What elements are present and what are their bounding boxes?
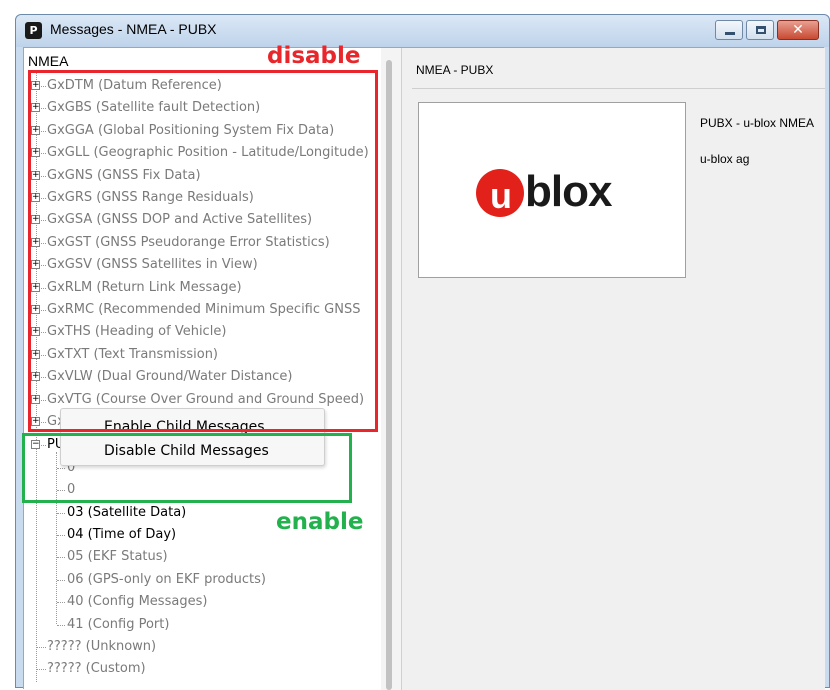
close-button[interactable]: ✕	[777, 20, 819, 40]
enable-highlight-box	[22, 433, 352, 503]
ublox-logo: u blox	[418, 102, 686, 278]
tree-connector	[57, 624, 65, 626]
detail-vendor: u-blox ag	[700, 152, 750, 166]
tree-connector	[37, 647, 46, 648]
detail-header: NMEA - PUBX	[416, 63, 494, 77]
window-controls: ✕	[715, 20, 819, 40]
tree-item-pubx-child[interactable]: 40 (Config Messages)	[24, 591, 381, 613]
enable-annotation-label: enable	[276, 509, 364, 535]
tree-item-label: 40 (Config Messages)	[67, 594, 208, 610]
tree-item-label: 41 (Config Port)	[67, 616, 170, 632]
tree-item-label: ????? (Unknown)	[47, 639, 157, 654]
maximize-button[interactable]	[746, 20, 774, 40]
tree-item-label: 03 (Satellite Data)	[67, 504, 187, 520]
tree-item-label: 05 (EKF Status)	[67, 549, 168, 565]
tree-scrollbar[interactable]	[381, 48, 401, 690]
scrollbar-thumb[interactable]	[386, 60, 392, 690]
detail-divider	[412, 88, 825, 89]
tree-root-nmea[interactable]: NMEA	[28, 53, 68, 69]
app-icon: P	[25, 22, 42, 39]
tree-item-label: ????? (Custom)	[47, 661, 146, 677]
title-bar[interactable]: P Messages - NMEA - PUBX ✕	[16, 15, 829, 47]
tree-item-label: 04 (Time of Day)	[67, 527, 177, 542]
maximize-icon	[756, 26, 766, 34]
detail-pane: NMEA - PUBX u blox PUBX - u-blox NMEA u-…	[401, 48, 825, 690]
tree-item-label: 06 (GPS-only on EKF products)	[67, 571, 266, 587]
tree-connector	[37, 669, 46, 671]
disable-annotation-label: disable	[267, 43, 361, 69]
window-title: Messages - NMEA - PUBX	[50, 21, 217, 37]
tree-connector	[57, 512, 65, 514]
logo-u-letter: u	[490, 175, 512, 216]
minimize-button[interactable]	[715, 20, 743, 40]
detail-description: PUBX - u-blox NMEA	[700, 116, 815, 130]
close-icon: ✕	[792, 22, 804, 38]
tree-item-other[interactable]: ????? (Unknown)	[24, 636, 381, 658]
tree-connector	[57, 535, 65, 536]
tree-item-pubx-child[interactable]: 06 (GPS-only on EKF products)	[24, 569, 381, 591]
tree-item-other[interactable]: ????? (Custom)	[24, 658, 381, 680]
tree-item-pubx-child[interactable]: 41 (Config Port)	[24, 614, 381, 636]
tree-connector	[57, 557, 65, 559]
minimize-icon	[725, 32, 735, 35]
tree-connector	[57, 579, 65, 581]
logo-wordmark: blox	[525, 167, 612, 216]
tree-connector	[57, 602, 65, 604]
disable-highlight-box	[28, 70, 378, 432]
tree-item-pubx-child[interactable]: 05 (EKF Status)	[24, 546, 381, 568]
